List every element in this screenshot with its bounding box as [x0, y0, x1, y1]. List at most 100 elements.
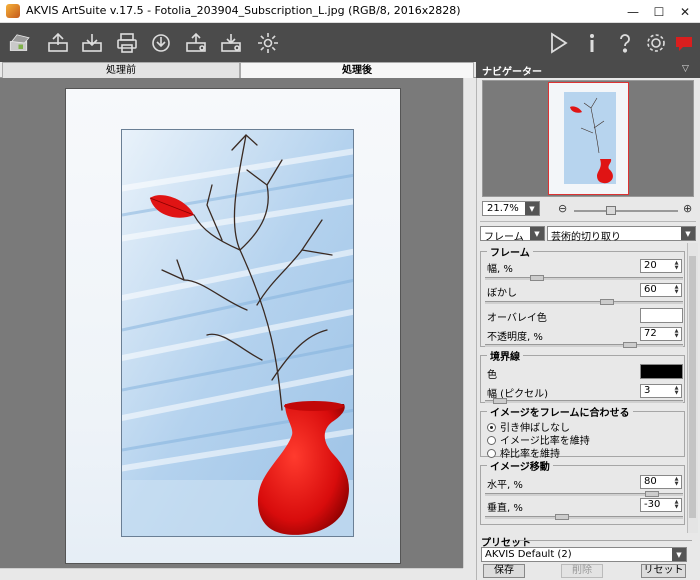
window-title: AKVIS ArtSuite v.17.5 - Fotolia_203904_S… — [26, 4, 461, 17]
frame-width-value: 20 — [644, 260, 657, 271]
spinner-icon[interactable]: ▲ ▼ — [673, 285, 680, 295]
save-icon[interactable] — [78, 29, 106, 57]
run-icon[interactable] — [544, 29, 572, 57]
effect-type-value: 芸術的切り取り — [551, 232, 621, 243]
spinner-icon[interactable]: ▲ ▼ — [673, 261, 680, 271]
home-icon[interactable] — [4, 27, 36, 59]
print-icon[interactable] — [113, 29, 141, 57]
slider-handle[interactable] — [555, 514, 569, 520]
canvas-vertical-scrollbar[interactable] — [463, 78, 476, 568]
navigator-title: ナビゲーター — [482, 67, 542, 78]
effect-category-select[interactable]: フレーム ▼ — [480, 226, 545, 243]
zoom-slider-handle[interactable] — [606, 206, 616, 215]
view-tabs: 処理前 処理後 — [0, 62, 476, 78]
title-bar: AKVIS ArtSuite v.17.5 - Fotolia_203904_S… — [0, 0, 700, 23]
zoom-in-icon[interactable]: ⊕ — [683, 202, 692, 215]
size-grip — [463, 568, 476, 580]
horizontal-field[interactable]: 80 ▲ ▼ — [640, 475, 682, 489]
app-logo-icon — [6, 4, 20, 18]
border-group-title: 境界線 — [487, 348, 523, 363]
tab-after[interactable]: 処理後 — [240, 62, 474, 78]
navigator-thumbnail[interactable] — [548, 82, 629, 195]
chevron-down-icon: ▼ — [672, 548, 686, 561]
border-color-label: 色 — [487, 370, 497, 381]
preferences-icon[interactable] — [642, 29, 670, 57]
border-width-field[interactable]: 3 ▲ ▼ — [640, 384, 682, 398]
feedback-icon[interactable] — [670, 29, 698, 57]
chevron-down-icon: ▼ — [530, 227, 544, 240]
settings-groups: フレーム 幅, % 20 ▲ ▼ ぼかし 60 ▲ ▼ オーバレイ色 不透明度, % 7… — [478, 243, 687, 533]
radio-icon — [487, 449, 496, 458]
horizontal-slider[interactable] — [485, 491, 683, 497]
overlay-color-swatch[interactable] — [640, 308, 683, 323]
zoom-combo[interactable]: 21.7% ▼ — [482, 201, 540, 216]
spinner-icon[interactable]: ▲ ▼ — [673, 477, 680, 487]
delete-preset-button[interactable]: 削除 — [561, 564, 603, 578]
zoom-out-icon[interactable]: ⊖ — [558, 202, 567, 215]
frame-width-label: 幅, % — [487, 264, 513, 275]
move-group: イメージ移動 水平, % 80 ▲ ▼ 垂直, % -30 ▲ ▼ — [480, 458, 685, 525]
spinner-icon[interactable]: ▲ ▼ — [673, 329, 680, 339]
blur-label: ぼかし — [487, 288, 517, 299]
chevron-down-icon: ▼ — [681, 227, 695, 240]
effect-category-value: フレーム — [484, 232, 524, 243]
effect-type-select[interactable]: 芸術的切り取り ▼ — [547, 226, 696, 243]
chevron-down-icon[interactable]: ▼ — [525, 202, 539, 215]
open-icon[interactable] — [44, 29, 72, 57]
blur-value: 60 — [644, 284, 657, 295]
navigator-header: ナビゲーター ▽ — [476, 62, 700, 78]
vertical-slider[interactable] — [485, 514, 683, 520]
tab-before[interactable]: 処理前 — [2, 62, 240, 78]
horizontal-label: 水平, % — [487, 480, 523, 491]
frame-group: フレーム 幅, % 20 ▲ ▼ ぼかし 60 ▲ ▼ オーバレイ色 不透明度, % 7… — [480, 244, 685, 348]
radio-icon — [487, 436, 496, 445]
slider-handle[interactable] — [645, 491, 659, 497]
vertical-label: 垂直, % — [487, 503, 523, 514]
radio-selected-icon — [487, 423, 496, 432]
opacity-label: 不透明度, % — [487, 332, 543, 343]
slider-handle[interactable] — [623, 342, 637, 348]
vertical-value: -30 — [644, 499, 661, 510]
opacity-value: 72 — [644, 328, 657, 339]
slider-handle[interactable] — [600, 299, 614, 305]
blur-field[interactable]: 60 ▲ ▼ — [640, 283, 682, 297]
canvas-horizontal-scrollbar[interactable] — [0, 568, 463, 580]
divider — [480, 221, 696, 222]
close-button[interactable]: ✕ — [670, 0, 700, 23]
zoom-value: 21.7% — [487, 203, 519, 214]
zoom-slider[interactable] — [574, 210, 678, 212]
preset-value: AKVIS Default (2) — [485, 549, 572, 560]
border-color-swatch[interactable] — [640, 364, 683, 379]
slider-handle[interactable] — [530, 275, 544, 281]
reset-preset-button[interactable]: リセット — [641, 564, 686, 578]
collapse-icon[interactable]: ▽ — [682, 64, 689, 74]
divider — [520, 540, 692, 541]
settings-gear-icon[interactable] — [254, 29, 282, 57]
fit-group: イメージをフレームに合わせる 引き伸ばしなし イメージ比率を維持 枠比率を維持 — [480, 404, 685, 460]
import-icon[interactable] — [147, 29, 175, 57]
frame-group-title: フレーム — [487, 244, 533, 259]
frame-width-field[interactable]: 20 ▲ ▼ — [640, 259, 682, 273]
info-icon[interactable] — [578, 29, 606, 57]
opacity-slider[interactable] — [485, 342, 683, 348]
frame-width-slider[interactable] — [485, 275, 683, 281]
spinner-icon[interactable]: ▲ ▼ — [673, 500, 680, 510]
export-icon[interactable] — [182, 29, 210, 57]
border-group: 境界線 色 幅 (ピクセル) 3 ▲ ▼ — [480, 348, 685, 404]
horizontal-value: 80 — [644, 476, 657, 487]
fit-group-title: イメージをフレームに合わせる — [487, 404, 633, 419]
photo-image — [121, 129, 354, 537]
blur-slider[interactable] — [485, 299, 683, 305]
overlay-color-label: オーバレイ色 — [487, 313, 547, 324]
save-preset-button[interactable]: 保存 — [483, 564, 525, 578]
opacity-field[interactable]: 72 ▲ ▼ — [640, 327, 682, 341]
share-icon[interactable] — [217, 29, 245, 57]
border-width-value: 3 — [644, 385, 651, 396]
preset-select[interactable]: AKVIS Default (2) ▼ — [481, 547, 687, 562]
border-width-slider[interactable] — [485, 398, 683, 404]
settings-scrollbar-thumb[interactable] — [689, 256, 696, 518]
help-icon[interactable] — [611, 29, 639, 57]
move-group-title: イメージ移動 — [487, 458, 553, 473]
spinner-icon[interactable]: ▲ ▼ — [673, 386, 680, 396]
vertical-field[interactable]: -30 ▲ ▼ — [640, 498, 682, 512]
